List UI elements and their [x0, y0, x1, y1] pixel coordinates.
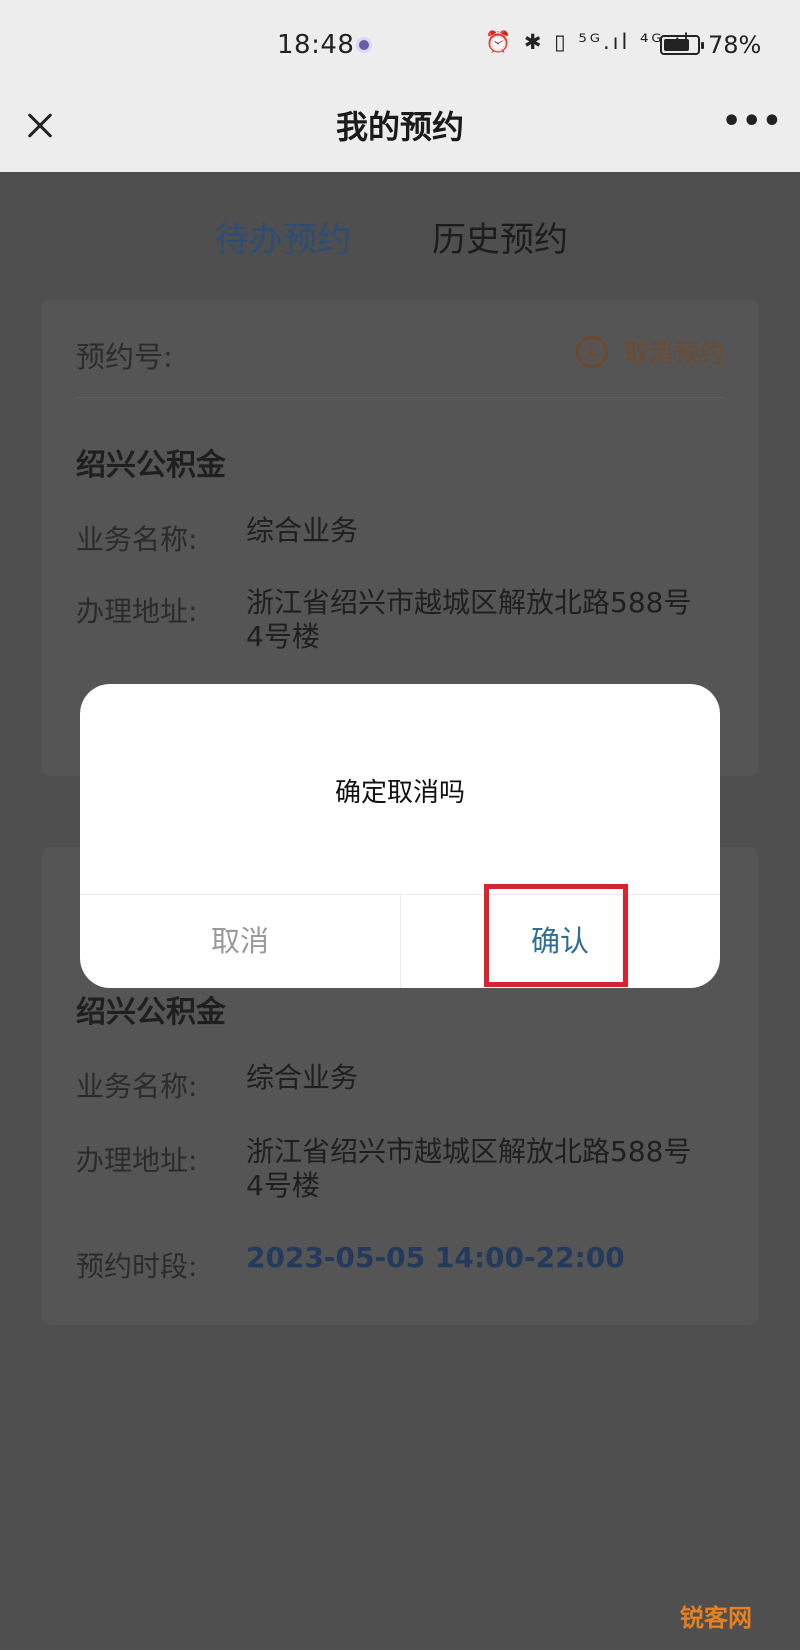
address-line-2: 4号楼	[246, 1169, 320, 1202]
business-value: 综合业务	[246, 514, 359, 547]
dialog-cancel-button[interactable]: 取消	[80, 894, 400, 988]
time-slot-value: 2023-05-05 14:00-22:00	[246, 1241, 625, 1274]
organization-name: 绍兴公积金	[76, 448, 226, 483]
status-bar: 18:48 ⏰ ✱ ▯ ⁵ᴳ.ıl ⁴ᴳ.ıl 78%	[0, 0, 800, 92]
organization-name: 绍兴公积金	[76, 995, 226, 1030]
appointment-number-label: 预约号:	[76, 340, 173, 374]
business-label: 业务名称:	[76, 523, 198, 556]
battery-fill	[664, 39, 689, 51]
cancel-clock-icon	[575, 336, 608, 368]
card-header: 预约号: 取消预约	[76, 300, 724, 398]
business-value: 综合业务	[246, 1061, 359, 1094]
tab-pending[interactable]: 待办预约	[215, 212, 351, 261]
tab-history[interactable]: 历史预约	[432, 212, 568, 261]
battery-percent: 78%	[708, 31, 762, 59]
app-notification-icon	[356, 37, 372, 53]
battery-icon	[660, 35, 704, 55]
highlight-annotation	[484, 884, 628, 987]
more-icon[interactable]: •••	[722, 107, 782, 142]
address-label: 办理地址:	[76, 1144, 198, 1177]
address-label: 办理地址:	[76, 595, 198, 628]
page-title: 我的预约	[335, 108, 464, 146]
dialog-message: 确定取消吗	[334, 778, 465, 808]
business-label: 业务名称:	[76, 1070, 198, 1103]
cancel-appointment-button[interactable]: 取消预约	[575, 334, 724, 370]
status-time: 18:48	[277, 30, 355, 60]
time-slot-label: 预约时段:	[76, 1250, 198, 1283]
watermark: 锐客网	[680, 1604, 752, 1632]
address-line-2: 4号楼	[246, 620, 320, 653]
address-line-1: 浙江省绍兴市越城区解放北路588号	[246, 586, 692, 619]
nav-bar: 我的预约 •••	[0, 92, 800, 172]
cancel-appointment-label: 取消预约	[623, 339, 724, 368]
address-line-1: 浙江省绍兴市越城区解放北路588号	[246, 1135, 692, 1168]
